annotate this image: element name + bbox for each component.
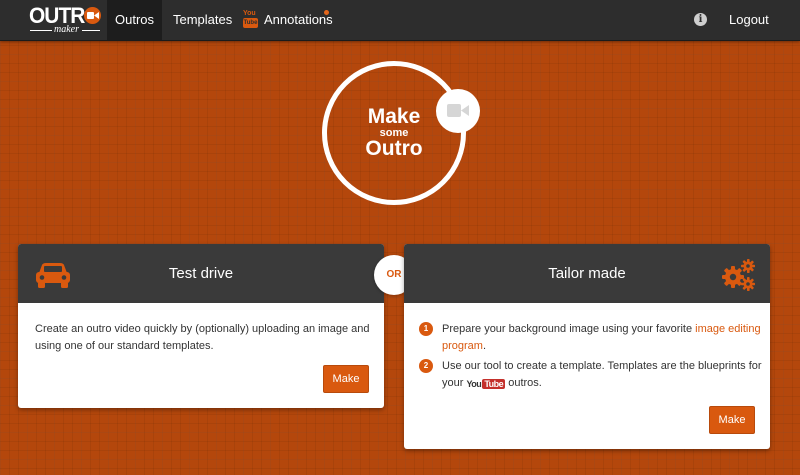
hero-line-outro: Outro (365, 137, 423, 160)
logout-link[interactable]: Logout (729, 0, 769, 40)
logo-underline-left (30, 30, 52, 31)
info-icon[interactable]: i (694, 13, 707, 26)
step-1-text: Prepare your background image using your… (442, 323, 761, 352)
tailor-made-card: Tailor made 1 Prepare your background im… (404, 244, 770, 449)
youtube-icon[interactable]: You Tube (243, 10, 259, 30)
top-navbar: OUTR maker Outros Templates You Tube Ann… (0, 0, 800, 41)
logo-camera-icon (84, 7, 101, 24)
test-drive-title: Test drive (168, 265, 234, 282)
video-camera-icon (436, 89, 480, 133)
nav-templates[interactable]: Templates (173, 0, 232, 40)
test-drive-make-button[interactable]: Make (323, 365, 369, 393)
test-drive-header: Test drive (18, 244, 384, 303)
notification-dot (324, 10, 329, 15)
step-number-badge: 2 (419, 359, 433, 373)
tailor-made-make-button[interactable]: Make (709, 406, 755, 434)
test-drive-description: Create an outro video quickly by (option… (35, 323, 370, 352)
nav-outros[interactable]: Outros (107, 0, 162, 40)
outro-maker-logo[interactable]: OUTR maker (26, 4, 102, 36)
nav-annotations[interactable]: Annotations (264, 0, 333, 40)
test-drive-card: Test drive Create an outro video quickly… (18, 244, 384, 408)
tailor-made-title: Tailor made (548, 265, 626, 282)
step-number-badge: 1 (419, 322, 433, 336)
tailor-made-header: Tailor made (404, 244, 770, 303)
logo-subtitle: maker (54, 24, 79, 35)
step-2-text: Use our tool to create a template. Templ… (442, 360, 762, 389)
gears-icon (722, 259, 755, 291)
logo-underline-right (82, 30, 100, 31)
youtube-logo: You Tube (466, 379, 506, 389)
